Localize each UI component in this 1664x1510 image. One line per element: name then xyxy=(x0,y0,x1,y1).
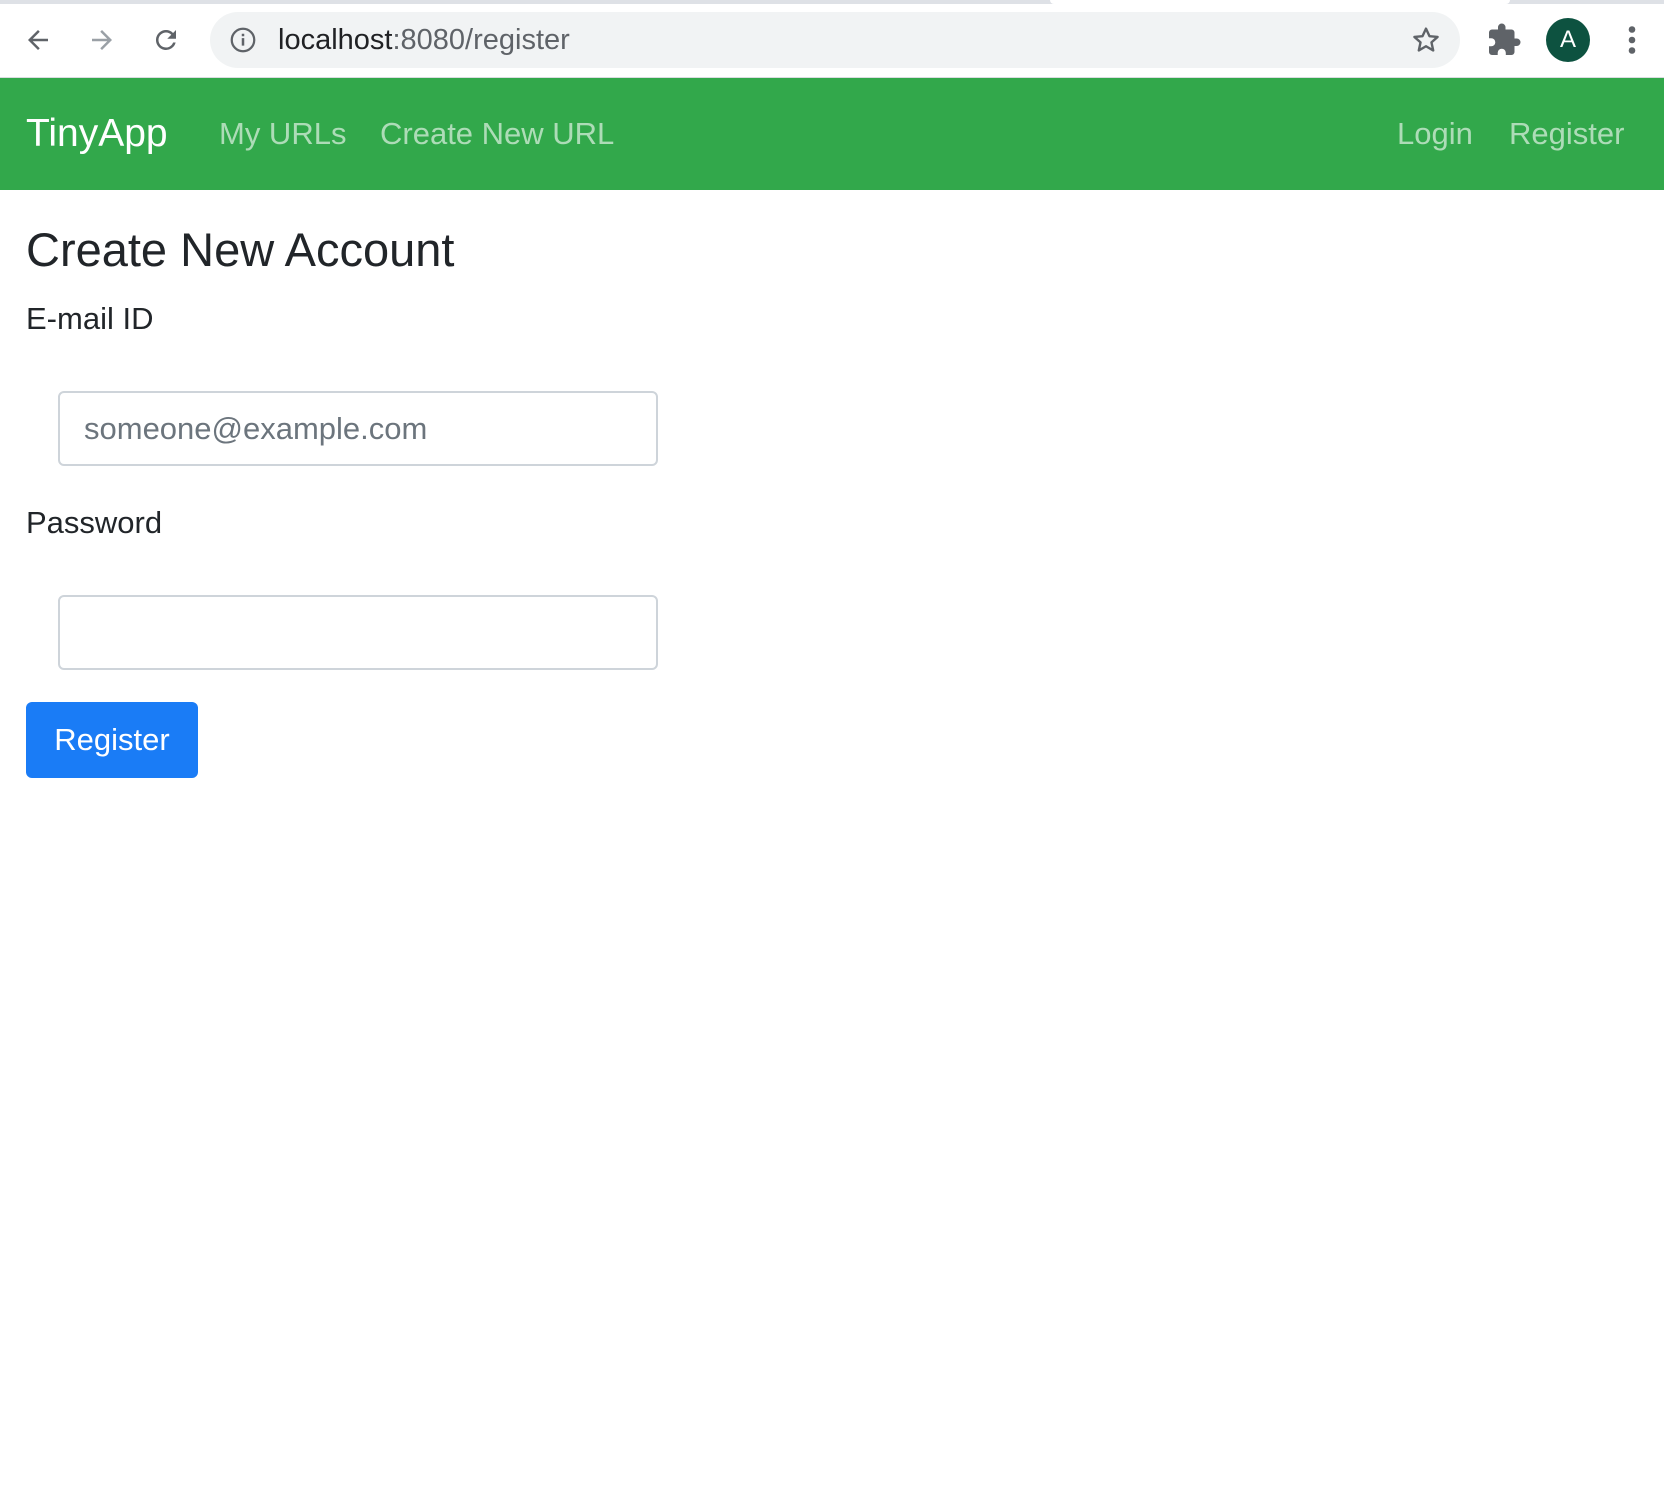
arrow-right-icon xyxy=(92,30,112,50)
nav-link-register[interactable]: Register xyxy=(1509,78,1624,190)
more-vert-icon[interactable] xyxy=(1618,22,1646,58)
email-label: E-mail ID xyxy=(26,301,154,336)
url-path: :8080/register xyxy=(392,23,570,56)
arrow-left-icon xyxy=(28,30,48,50)
brand-link[interactable]: TinyApp xyxy=(26,78,168,190)
tab-strip-gap xyxy=(1050,0,1510,4)
page-title: Create New Account xyxy=(26,223,455,276)
bookmark-star-icon[interactable] xyxy=(1410,24,1442,56)
browser-toolbar: localhost:8080/register A xyxy=(0,0,1664,78)
forward-button[interactable] xyxy=(80,18,124,62)
tab-strip xyxy=(0,0,1664,4)
reload-icon xyxy=(155,29,176,50)
register-button[interactable]: Register xyxy=(26,702,198,778)
password-field[interactable] xyxy=(58,595,658,670)
nav-link-my-urls[interactable]: My URLs xyxy=(219,78,346,190)
app-navbar: TinyApp My URLs Create New URL Login Reg… xyxy=(0,78,1664,190)
password-label: Password xyxy=(26,505,163,540)
extensions-puzzle-icon[interactable] xyxy=(1486,22,1522,58)
back-button[interactable] xyxy=(16,18,60,62)
reload-button[interactable] xyxy=(144,18,188,62)
nav-link-login[interactable]: Login xyxy=(1397,78,1473,190)
url-text[interactable]: localhost:8080/register xyxy=(278,12,570,68)
address-bar[interactable]: localhost:8080/register xyxy=(210,12,1460,68)
url-host: localhost xyxy=(278,23,393,56)
info-icon[interactable] xyxy=(228,25,258,55)
email-field[interactable] xyxy=(58,391,658,466)
profile-avatar[interactable]: A xyxy=(1546,18,1590,62)
nav-link-create-new-url[interactable]: Create New URL xyxy=(380,78,614,190)
